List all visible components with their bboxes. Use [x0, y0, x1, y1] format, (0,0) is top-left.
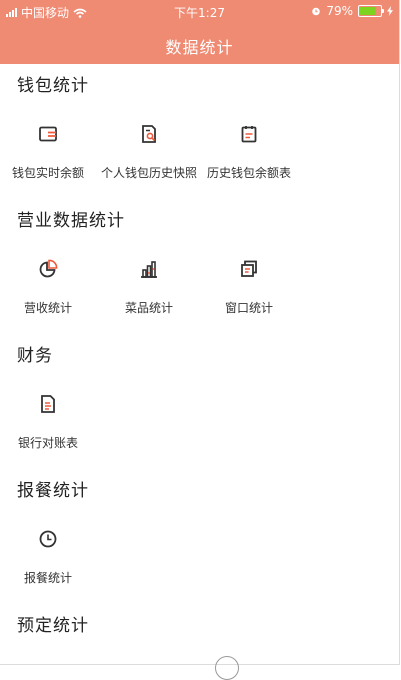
clipboard-icon: [241, 126, 257, 143]
battery-percent: 79%: [326, 4, 353, 18]
item-label: 历史钱包余额表: [206, 166, 291, 180]
item-wallet-realtime-balance[interactable]: 钱包实时余额: [0, 124, 98, 181]
item-label: 营收统计: [23, 301, 72, 315]
windows-stack-icon: [241, 260, 257, 277]
alarm-icon: [312, 7, 321, 16]
item-historical-wallet-balance-table[interactable]: 历史钱包余额表: [199, 124, 299, 181]
section-title-business-data: 营业数据统计: [17, 211, 125, 231]
item-window-statistics[interactable]: 窗口统计: [199, 259, 299, 316]
item-label: 报餐统计: [23, 571, 72, 585]
clock-icon: [39, 530, 57, 548]
document-search-icon: [142, 125, 156, 143]
section-title-finance: 财务: [17, 346, 53, 366]
section-title-wallet: 钱包统计: [17, 76, 89, 96]
section-title-reservation: 预定统计: [17, 616, 89, 636]
item-label: 银行对账表: [17, 436, 78, 450]
wallet-icon: [39, 126, 57, 142]
item-label: 钱包实时余额: [11, 166, 84, 180]
item-bank-reconciliation-table[interactable]: 银行对账表: [0, 394, 98, 451]
item-dish-statistics[interactable]: 菜品统计: [99, 259, 199, 316]
charging-icon: [387, 6, 393, 16]
pie-chart-icon: [39, 259, 58, 278]
partial-item-icon: [215, 656, 239, 680]
status-bar: 中国移动 下午1:27 79%: [0, 0, 399, 22]
item-revenue-statistics[interactable]: 营收统计: [0, 259, 98, 316]
item-personal-wallet-history-snapshot[interactable]: 个人钱包历史快照: [99, 124, 199, 181]
item-label: 个人钱包历史快照: [100, 166, 197, 180]
nav-bar: 中国移动 下午1:27 79% 数据统计: [0, 0, 399, 64]
page-title: 数据统计: [165, 38, 234, 57]
bar-chart-icon: [141, 261, 157, 278]
battery-icon: [358, 5, 384, 17]
item-meal-report-statistics[interactable]: 报餐统计: [0, 529, 98, 586]
section-title-meal-report: 报餐统计: [17, 481, 89, 501]
document-icon: [41, 395, 55, 413]
item-label: 窗口统计: [224, 301, 273, 315]
item-label: 菜品统计: [124, 301, 173, 315]
